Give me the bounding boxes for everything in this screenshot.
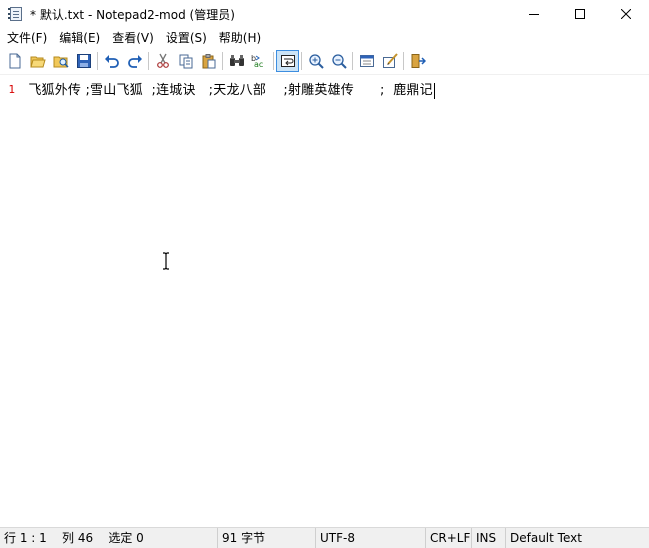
menu-settings[interactable]: 设置(S) [160, 28, 213, 48]
status-bytes[interactable]: 91 字节 [218, 527, 316, 548]
paste-button[interactable] [197, 50, 220, 72]
paste-icon [202, 54, 215, 69]
status-insert-mode[interactable]: INS [472, 527, 506, 548]
menu-help[interactable]: 帮助(H) [213, 28, 267, 48]
toolbar-separator [148, 52, 149, 70]
status-bar: 行 1 : 1 列 46 选定 0 91 字节 UTF-8 CR+LF INS … [0, 527, 649, 548]
toolbar: b ac [0, 49, 649, 73]
copy-icon [179, 54, 192, 69]
status-scheme[interactable]: Default Text [506, 528, 649, 548]
menu-file[interactable]: 文件(F) [1, 28, 53, 48]
toolbar-separator [301, 52, 302, 70]
zoom-in-button[interactable] [304, 50, 327, 72]
maximize-icon [575, 9, 585, 19]
replace-button[interactable]: b ac [248, 50, 271, 72]
toolbar-separator [403, 52, 404, 70]
open-folder-icon [29, 56, 46, 68]
browse-button[interactable] [49, 50, 72, 72]
minimize-icon [529, 14, 539, 15]
save-button[interactable] [72, 50, 95, 72]
line-text[interactable]: 飞狐外传 ;雪山飞狐 ;连城诀 ;天龙八部 ;射雕英雄传 ; 鹿鼎记 [24, 79, 435, 99]
undo-icon [104, 55, 119, 68]
window-title: * 默认.txt - Notepad2-mod (管理员) [30, 7, 235, 22]
save-icon [76, 54, 91, 68]
toolbar-separator [352, 52, 353, 70]
toolbar-separator [97, 52, 98, 70]
scheme-button[interactable] [355, 50, 378, 72]
zoom-in-icon [308, 54, 324, 69]
editor-line[interactable]: 1 飞狐外传 ;雪山飞狐 ;连城诀 ;天龙八部 ;射雕英雄传 ; 鹿鼎记 [0, 79, 649, 99]
cut-icon [156, 53, 169, 68]
word-wrap-button[interactable] [276, 50, 299, 72]
redo-icon [127, 55, 142, 68]
new-file-button[interactable] [3, 50, 26, 72]
scheme-icon [359, 55, 374, 67]
maximize-button[interactable] [557, 0, 603, 28]
zoom-out-button[interactable] [327, 50, 350, 72]
minimize-button[interactable] [511, 0, 557, 28]
zoom-out-icon [331, 54, 347, 69]
open-button[interactable] [26, 50, 49, 72]
text-caret [433, 82, 435, 99]
line-number: 1 [8, 82, 15, 96]
ibeam-cursor-icon [163, 252, 169, 270]
editor-area[interactable]: 1 飞狐外传 ;雪山飞狐 ;连城诀 ;天龙八部 ;射雕英雄传 ; 鹿鼎记 [0, 74, 649, 527]
title-bar: * 默认.txt - Notepad2-mod (管理员) [0, 0, 649, 28]
close-button[interactable] [603, 0, 649, 28]
notepad-app-icon[interactable] [8, 6, 24, 22]
menu-bar: 文件(F) 编辑(E) 查看(V) 设置(S) 帮助(H) [0, 28, 649, 48]
status-encoding[interactable]: UTF-8 [316, 527, 426, 548]
redo-button[interactable] [123, 50, 146, 72]
line-content: 飞狐外传 ;雪山飞狐 ;连城诀 ;天龙八部 ;射雕英雄传 ; 鹿鼎记 [24, 83, 433, 99]
exit-button[interactable] [406, 50, 429, 72]
toolbar-separator [273, 52, 274, 70]
customize-scheme-button[interactable] [378, 50, 401, 72]
close-icon [621, 9, 631, 19]
status-line-endings[interactable]: CR+LF [426, 527, 472, 548]
browse-icon [53, 56, 69, 68]
customize-scheme-icon [382, 53, 398, 68]
word-wrap-icon [280, 55, 295, 67]
find-icon [229, 55, 244, 66]
menu-view[interactable]: 查看(V) [106, 28, 160, 48]
find-button[interactable] [225, 50, 248, 72]
menu-edit[interactable]: 编辑(E) [53, 28, 106, 48]
new-file-icon [9, 53, 20, 69]
replace-icon: bac [251, 54, 263, 69]
status-position[interactable]: 行 1 : 1 列 46 选定 0 [0, 527, 218, 548]
undo-button[interactable] [100, 50, 123, 72]
cut-button[interactable] [151, 50, 174, 72]
copy-button[interactable] [174, 50, 197, 72]
exit-icon [411, 54, 426, 68]
svg-text:ac: ac [254, 60, 263, 69]
toolbar-separator [222, 52, 223, 70]
